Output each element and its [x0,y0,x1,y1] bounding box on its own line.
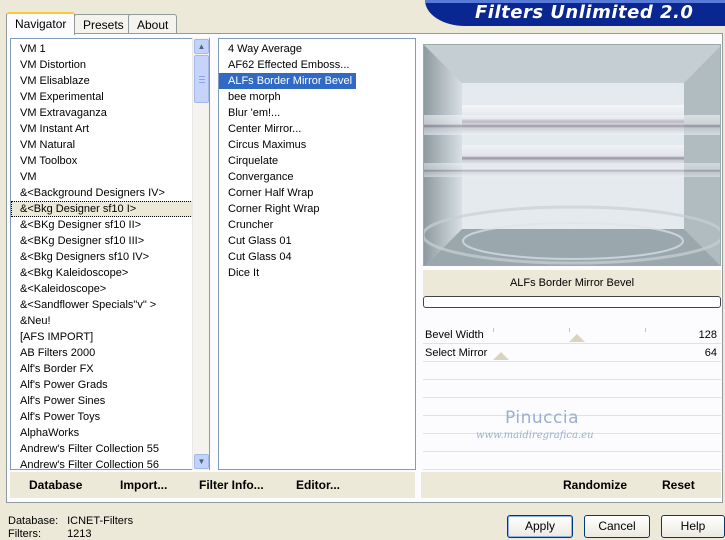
filter-list[interactable]: 4 Way Average AF62 Effected Emboss... ALFs… [218,38,416,470]
database-value: ICNET-Filters [67,515,134,527]
slider-row-empty [423,452,721,470]
filter-item[interactable]: Center Mirror... [219,121,415,137]
slider-value: 64 [704,347,717,359]
slider-thumb[interactable] [569,334,585,342]
randomize-button[interactable]: Randomize [563,478,627,492]
watermark-name: Pinuccia [505,408,579,428]
filters-count-value: 1213 [67,528,92,540]
filters-count-label: Filters: [8,528,41,540]
filter-item[interactable]: ALFs Border Mirror Bevel [219,73,357,89]
category-item[interactable]: VM Instant Art [11,121,209,137]
filter-item[interactable]: Corner Right Wrap [219,201,415,217]
progress-bar [423,296,721,308]
preview-artwork [424,45,720,265]
slider-row-empty [423,380,721,398]
scroll-up-button[interactable]: ▲ [194,39,209,54]
category-item[interactable]: AB Filters 2000 [11,345,209,361]
category-item[interactable]: VM Distortion [11,57,209,73]
category-item[interactable]: Andrew's Filter Collection 56 [11,457,209,469]
category-item[interactable]: &<Kaleidoscope> [11,281,209,297]
scroll-thumb[interactable] [194,55,209,103]
slider-row-select-mirror[interactable]: Select Mirror 64 [423,344,721,362]
filter-item[interactable]: Cut Glass 04 [219,249,415,265]
category-item[interactable]: &<BKg Designer sf10 II> [11,217,209,233]
category-item[interactable]: Alf's Power Toys [11,409,209,425]
help-button[interactable]: Help [661,515,725,538]
select-mirror-slider[interactable] [493,346,673,360]
database-label: Database: [8,515,59,527]
tab-presets[interactable]: Presets [74,14,133,34]
category-item[interactable]: Andrew's Filter Collection 55 [11,441,209,457]
database-button[interactable]: Database [29,478,82,492]
filter-item[interactable]: 4 Way Average [219,41,415,57]
filter-item[interactable]: Blur 'em!... [219,105,415,121]
slider-label: Select Mirror [425,347,488,359]
category-scrollbar[interactable]: ▲ ▼ [192,38,209,470]
tab-about[interactable]: About [128,14,178,34]
filter-item[interactable]: Corner Half Wrap [219,185,415,201]
import-button[interactable]: Import... [120,478,167,492]
filter-item[interactable]: Convergance [219,169,415,185]
category-item[interactable]: &<Bkg Kaleidoscope> [11,265,209,281]
slider-thumb[interactable] [493,352,509,360]
status-area: Database: ICNET-Filters Filters: 1213 [8,515,133,540]
slider-value: 128 [698,329,717,341]
filter-item[interactable]: AF62 Effected Emboss... [219,57,415,73]
category-item[interactable]: VM Elisablaze [11,73,209,89]
filter-item[interactable]: Dice It [219,265,415,281]
filter-item[interactable]: bee morph [219,89,415,105]
cancel-button[interactable]: Cancel [584,515,650,538]
category-list[interactable]: VM 1 VM Distortion VM Elisablaze VM Experim… [10,38,210,470]
category-item[interactable]: [AFS IMPORT] [11,329,209,345]
category-item[interactable]: &Neu! [11,313,209,329]
category-item[interactable]: VM Experimental [11,89,209,105]
parameter-area: Bevel Width 128 Select Mirror 64 [423,320,721,470]
category-item[interactable]: Alf's Border FX [11,361,209,377]
category-item[interactable]: Alf's Power Grads [11,377,209,393]
filter-item[interactable]: Circus Maximus [219,137,415,153]
tab-navigator[interactable]: Navigator [6,12,76,35]
category-item[interactable]: Alf's Power Sines [11,393,209,409]
category-item[interactable]: VM Natural [11,137,209,153]
category-item[interactable]: &<Sandflower Specials"v" > [11,297,209,313]
category-item[interactable]: AlphaWorks [11,425,209,441]
category-item[interactable]: &<BKg Designer sf10 III> [11,233,209,249]
category-item[interactable]: VM [11,169,209,185]
title-banner: Filters Unlimited 2.0 [425,0,725,26]
category-item[interactable]: VM Extravaganza [11,105,209,121]
apply-button[interactable]: Apply [507,515,573,538]
filter-item[interactable]: Cut Glass 01 [219,233,415,249]
category-item[interactable]: VM 1 [11,41,209,57]
filter-item[interactable]: Cruncher [219,217,415,233]
filter-info-button[interactable]: Filter Info... [199,478,264,492]
bevel-width-slider[interactable] [493,328,673,342]
category-item[interactable]: VM Toolbox [11,153,209,169]
bottom-toolbar: Database Import... Filter Info... Editor… [10,472,415,498]
filter-name-label: ALFs Border Mirror Bevel [423,270,721,296]
category-item[interactable]: &<Background Designers IV> [11,185,209,201]
slider-row-bevel-width[interactable]: Bevel Width 128 [423,326,721,344]
scroll-down-button[interactable]: ▼ [194,454,209,469]
editor-button[interactable]: Editor... [296,478,340,492]
filter-item[interactable]: Cirquelate [219,153,415,169]
slider-row-empty [423,362,721,380]
slider-label: Bevel Width [425,329,484,341]
preview-image [423,44,721,266]
category-item[interactable]: &<Bkg Designers sf10 IV> [11,249,209,265]
reset-button[interactable]: Reset [662,478,695,492]
category-item[interactable]: &<Bkg Designer sf10 I> [11,201,209,217]
app-title: Filters Unlimited 2.0 [475,2,694,23]
right-toolbar: Randomize Reset [421,472,721,498]
watermark-url: www.maidiregrafica.eu [476,430,594,441]
